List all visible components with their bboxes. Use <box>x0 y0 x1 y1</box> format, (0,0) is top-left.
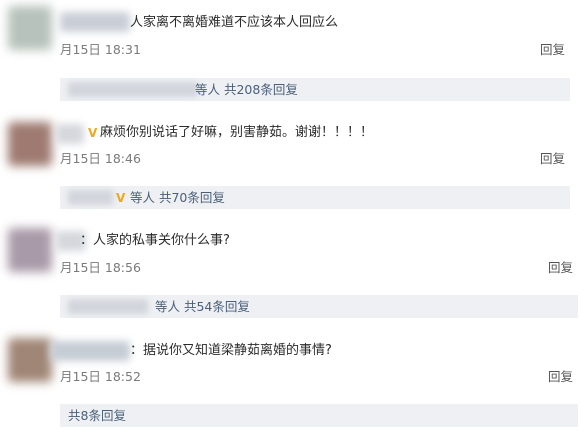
avatar[interactable] <box>8 6 52 50</box>
reply-button[interactable]: 回复 <box>540 42 565 58</box>
replier-names-blurred <box>68 190 113 205</box>
reply-thread-bar[interactable]: V 等人 共70条回复 <box>60 186 570 209</box>
reply-thread-bar[interactable]: 共8条回复 <box>60 404 578 427</box>
reply-button[interactable]: 回复 <box>548 260 573 276</box>
comment-thread-page: { "comments": [ { "text": "人家离不离婚难道不应该本人… <box>0 0 586 437</box>
reply-button[interactable]: 回复 <box>540 151 565 167</box>
username-blurred[interactable] <box>50 341 130 361</box>
comment-text: ：人家的私事关你什么事? <box>80 233 230 248</box>
reply-thread-summary[interactable]: 等人 共70条回复 <box>130 189 225 206</box>
comment-text: ：据说你又知道梁静茹离婚的事情? <box>130 343 332 358</box>
reply-thread-bar[interactable]: 等人 共54条回复 <box>60 295 578 318</box>
comment-text: 麻烦你别说话了好嘛，别害静茹。谢谢！！！！ <box>100 125 374 140</box>
replier-names-blurred <box>68 299 148 314</box>
comment-timestamp: 月15日 18:52 <box>60 369 141 384</box>
vip-badge-icon: V <box>88 126 98 140</box>
comment-timestamp: 月15日 18:31 <box>60 42 141 57</box>
reply-thread-summary[interactable]: 等人 共208条回复 <box>195 81 298 98</box>
avatar[interactable] <box>8 122 52 166</box>
reply-thread-summary[interactable]: 等人 共54条回复 <box>155 298 250 315</box>
replier-names-blurred <box>68 82 198 97</box>
avatar[interactable] <box>8 338 52 382</box>
reply-button[interactable]: 回复 <box>548 369 573 385</box>
avatar[interactable] <box>8 228 52 272</box>
username-blurred[interactable] <box>56 124 84 144</box>
reply-thread-bar[interactable]: 等人 共208条回复 <box>60 78 570 101</box>
vip-badge-icon: V <box>116 191 126 205</box>
username-blurred[interactable] <box>60 12 130 32</box>
comment-timestamp: 月15日 18:46 <box>60 151 141 166</box>
reply-thread-summary[interactable]: 共8条回复 <box>68 407 126 424</box>
comment-timestamp: 月15日 18:56 <box>60 260 141 275</box>
comment-item: 人家离不离婚难道不应该本人回应么 月15日 18:31 回复 等人 共208条回… <box>0 0 586 101</box>
comment-text: 人家离不离婚难道不应该本人回应么 <box>130 15 339 30</box>
